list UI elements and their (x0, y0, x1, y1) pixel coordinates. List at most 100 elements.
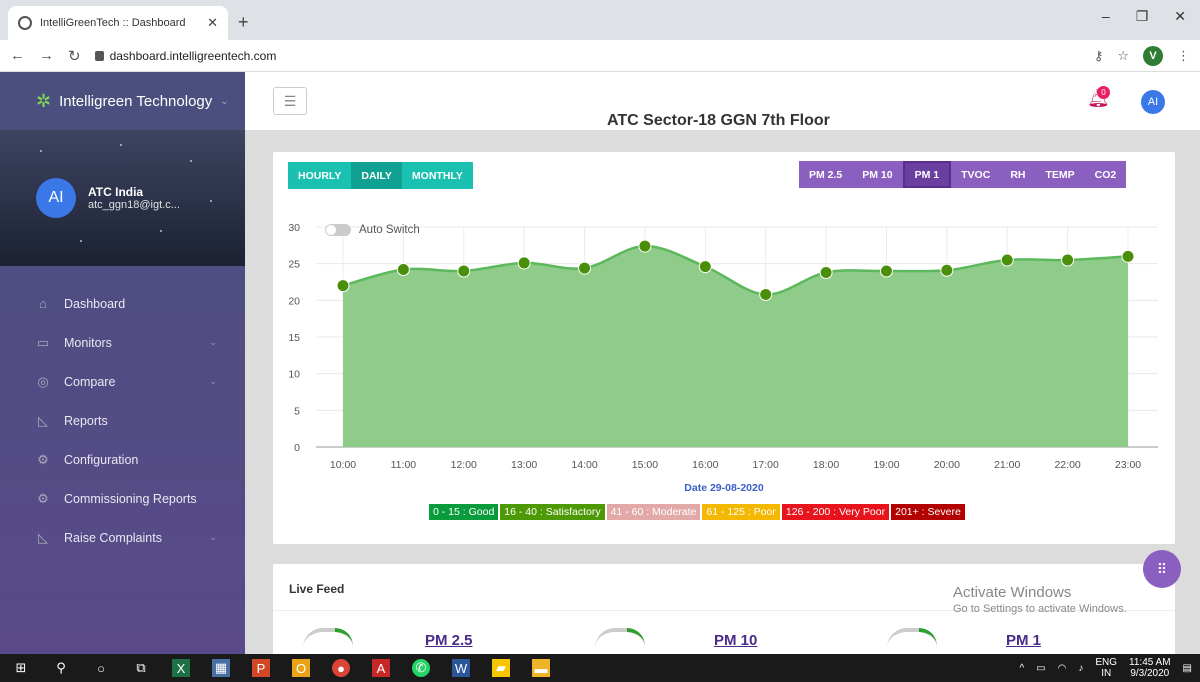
url-field[interactable]: dashboard.intelligreentech.com (94, 48, 277, 63)
new-tab-button[interactable]: + (238, 12, 249, 33)
task-view-icon[interactable]: ⧉ (132, 659, 150, 677)
toggle-switch[interactable] (325, 224, 351, 236)
x-tick-label: 10:00 (330, 459, 356, 471)
word-icon[interactable]: W (452, 659, 470, 677)
tab-close-icon[interactable]: ✕ (207, 15, 218, 31)
whatsapp-icon[interactable]: ✆ (412, 659, 430, 677)
sticky-notes-icon[interactable]: ▰ (492, 659, 510, 677)
windows-taskbar: ⊞ ⚲ ○ ⧉ X ▦ P O ● A ✆ W ▰ ▬ ^ ▭ ◠ ♪ ENG … (0, 654, 1200, 682)
complaints-icon: ◺ (38, 529, 48, 545)
user-avatar[interactable]: AI (36, 178, 76, 218)
hourly-button[interactable]: HOURLY (288, 162, 352, 189)
pm10-feed-link[interactable]: PM 10 (714, 632, 757, 649)
activate-windows-watermark: Activate Windows Go to Settings to activ… (953, 584, 1127, 615)
time-range-buttons: HOURLY DAILY MONTHLY (288, 162, 473, 189)
hamburger-menu-icon[interactable]: ☰ (273, 87, 307, 115)
x-tick-label: 22:00 (1054, 459, 1080, 471)
browser-menu-icon[interactable]: ⋮ (1177, 48, 1190, 64)
daily-button[interactable]: DAILY (351, 162, 402, 189)
sidebar-item-label: Compare (64, 374, 116, 389)
temp-button[interactable]: TEMP (1035, 161, 1085, 188)
sidebar-item-monitors[interactable]: ▭ Monitors ⌄ (0, 323, 245, 362)
sidebar-item-dashboard[interactable]: ⌂ Dashboard (0, 284, 245, 323)
key-icon[interactable]: ⚷ (1094, 48, 1104, 64)
sidebar-item-label: Configuration (64, 452, 139, 467)
y-tick-label: 25 (288, 259, 300, 271)
language-indicator[interactable]: ENG IN (1095, 657, 1117, 679)
sidebar-item-commissioning-reports[interactable]: ⚙ Commissioning Reports (0, 479, 245, 518)
volume-icon[interactable]: ♪ (1078, 663, 1083, 674)
data-point (396, 263, 410, 277)
data-point (638, 239, 652, 253)
browser-tab[interactable]: IntelliGreenTech :: Dashboard ✕ (8, 6, 228, 40)
monthly-button[interactable]: MONTHLY (401, 162, 473, 189)
user-name: ATC India (88, 185, 144, 199)
region-text: IN (1101, 668, 1112, 679)
reload-icon[interactable]: ↻ (68, 47, 81, 65)
rh-button[interactable]: RH (1000, 161, 1036, 188)
pm25-gauge (303, 628, 353, 648)
sidebar: ✲ Intelligreen Technology ⌄ AI ATC India… (0, 72, 245, 654)
pm25-feed-link[interactable]: PM 2.5 (425, 632, 473, 649)
search-icon[interactable]: ⚲ (52, 659, 70, 677)
sidebar-item-configuration[interactable]: ⚙ Configuration (0, 440, 245, 479)
date-label: Date 29-08-2020 (684, 482, 764, 494)
profile-avatar[interactable]: V (1143, 45, 1163, 66)
monitor-icon: ▭ (36, 334, 50, 350)
data-point (1000, 253, 1014, 267)
data-point (1121, 249, 1135, 263)
browser-tab-bar: IntelliGreenTech :: Dashboard ✕ + – ❐ ✕ (0, 0, 1200, 40)
pm10-button[interactable]: PM 10 (852, 161, 903, 188)
user-avatar-top[interactable]: AI (1141, 90, 1165, 114)
back-icon[interactable]: ← (10, 47, 25, 64)
close-window-icon[interactable]: ✕ (1174, 8, 1186, 25)
x-tick-label: 14:00 (571, 459, 597, 471)
x-tick-label: 21:00 (994, 459, 1020, 471)
clock[interactable]: 11:45 AM 9/3/2020 (1129, 657, 1171, 679)
x-tick-label: 23:00 (1115, 459, 1141, 471)
pm25-button[interactable]: PM 2.5 (799, 161, 853, 188)
sidebar-item-reports[interactable]: ◺ Reports (0, 401, 245, 440)
powerpoint-icon[interactable]: P (252, 659, 270, 677)
legend-moderate: 41 - 60 : Moderate (606, 504, 701, 520)
restore-icon[interactable]: ❐ (1136, 8, 1149, 25)
tvoc-button[interactable]: TVOC (951, 161, 1001, 188)
x-tick-label: 11:00 (391, 459, 417, 471)
pm1-feed-link[interactable]: PM 1 (1006, 632, 1041, 649)
apps-grid-icon[interactable]: ⠿ (1143, 550, 1181, 588)
minimize-icon[interactable]: – (1102, 8, 1110, 25)
x-tick-label: 13:00 (511, 459, 537, 471)
battery-icon[interactable]: ▭ (1036, 663, 1045, 674)
sidebar-item-compare[interactable]: ◎ Compare ⌄ (0, 362, 245, 401)
x-tick-label: 19:00 (873, 459, 899, 471)
y-tick-label: 20 (288, 295, 300, 307)
brand-logo-icon: ✲ (36, 90, 52, 111)
windows-start-icon[interactable]: ⊞ (12, 659, 30, 677)
x-tick-label: 17:00 (753, 459, 779, 471)
forward-icon[interactable]: → (39, 47, 54, 64)
pm10-gauge (595, 628, 645, 648)
reports-icon: ◺ (38, 412, 48, 428)
sidebar-item-raise-complaints[interactable]: ◺ Raise Complaints ⌄ (0, 518, 245, 557)
tray-chevron-icon[interactable]: ^ (1019, 663, 1024, 674)
notifications-icon[interactable]: ▤ (1183, 663, 1192, 674)
y-tick-label: 10 (288, 369, 300, 381)
brand[interactable]: ✲ Intelligreen Technology ⌄ (0, 72, 245, 130)
calculator-icon[interactable]: ▦ (212, 659, 230, 677)
file-explorer-icon[interactable]: ▬ (532, 659, 550, 677)
clock-date: 9/3/2020 (1130, 668, 1170, 679)
excel-icon[interactable]: X (172, 659, 190, 677)
cortana-icon[interactable]: ○ (92, 659, 110, 677)
url-text: dashboard.intelligreentech.com (109, 48, 277, 63)
tab-title: IntelliGreenTech :: Dashboard (40, 17, 186, 29)
auto-switch-toggle[interactable]: Auto Switch (325, 224, 420, 236)
lock-icon (94, 50, 104, 61)
co2-button[interactable]: CO2 (1084, 161, 1127, 188)
wifi-icon[interactable]: ◠ (1058, 663, 1067, 674)
pm1-button[interactable]: PM 1 (902, 161, 952, 188)
data-point (940, 263, 954, 277)
acrobat-icon[interactable]: A (372, 659, 390, 677)
outlook-icon[interactable]: O (292, 659, 310, 677)
chrome-icon[interactable]: ● (332, 659, 350, 677)
bookmark-star-icon[interactable]: ☆ (1117, 48, 1129, 64)
